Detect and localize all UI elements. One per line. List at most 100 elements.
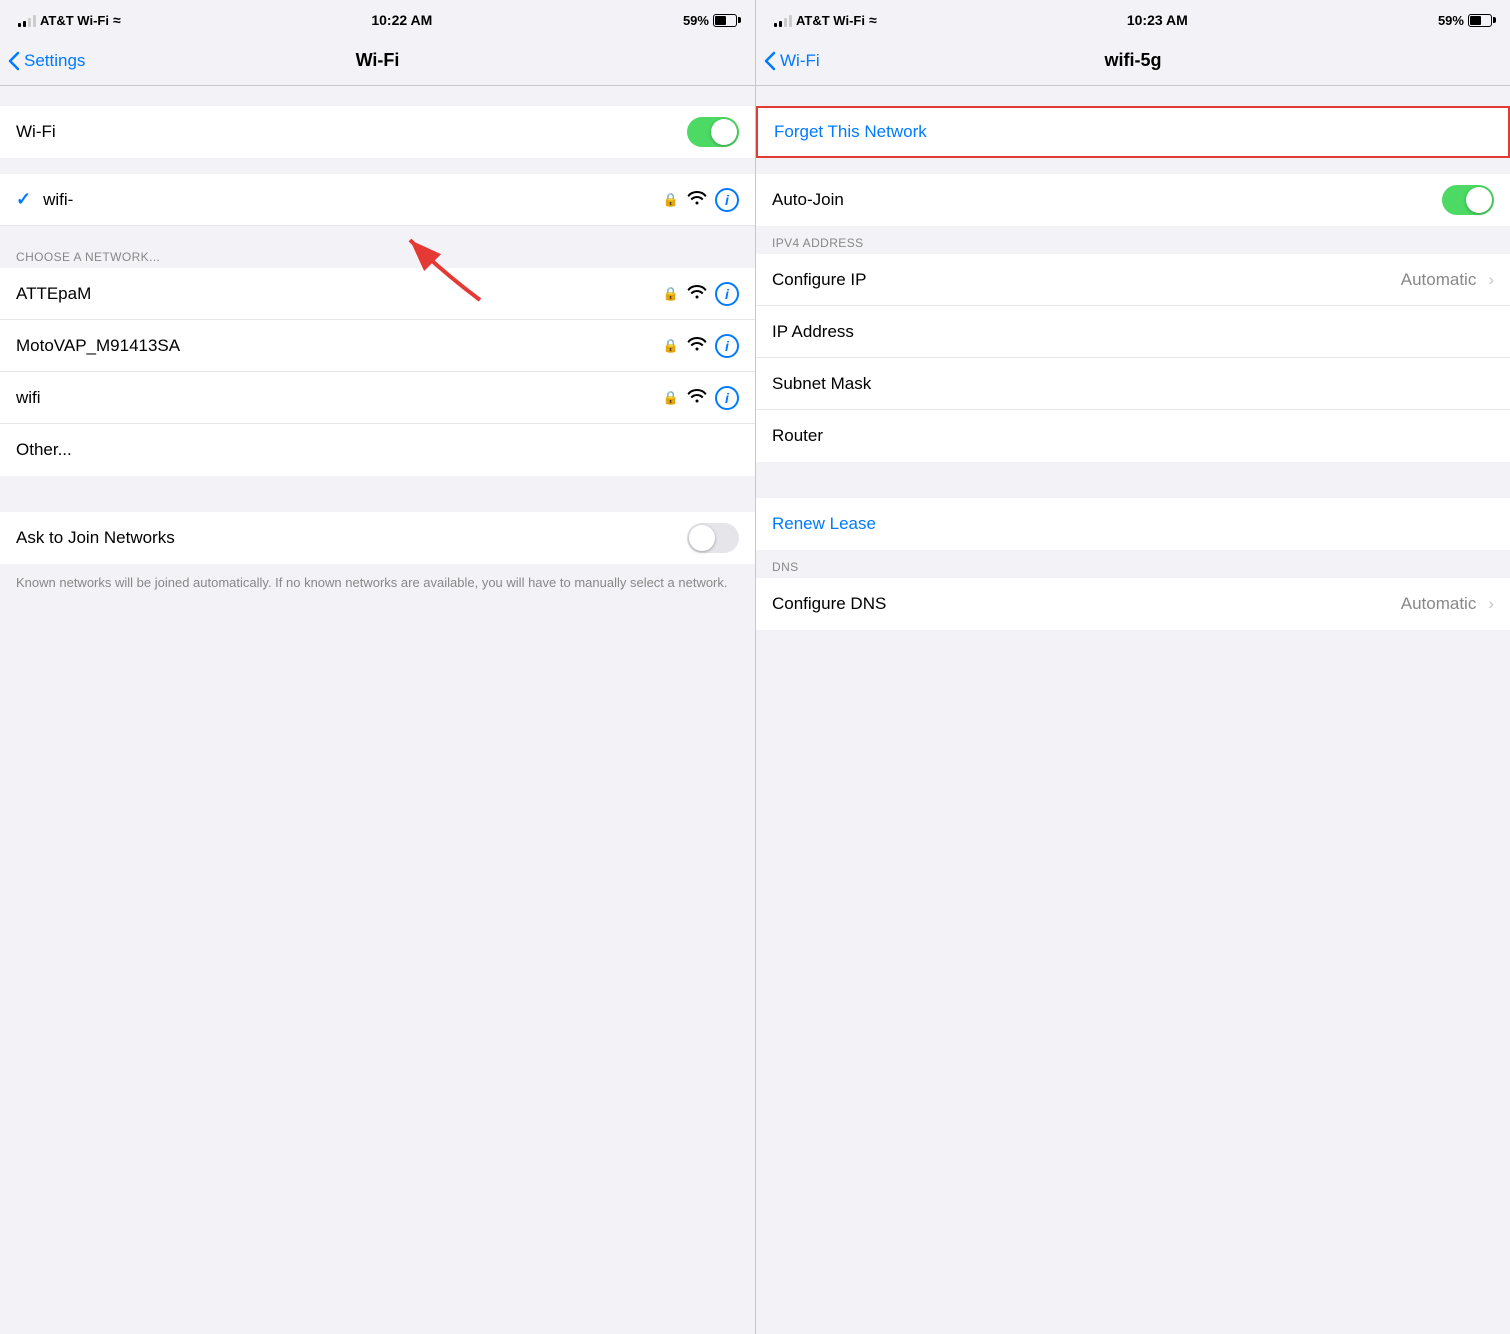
status-bar-right: AT&T Wi-Fi ≈ 10:23 AM 59% [756,0,1510,38]
info-button-connected[interactable]: i [715,188,739,212]
configure-dns-row[interactable]: Configure DNS Automatic › [756,578,1510,630]
ipv4-rows: Configure IP Automatic › IP Address Subn… [756,254,1510,462]
back-button-left[interactable]: Settings [8,51,85,71]
info-button-wifi-net[interactable]: i [715,386,739,410]
status-bar-left: AT&T Wi-Fi ≈ 10:22 AM 59% [0,0,755,38]
wifi-icon-attepa [687,283,707,304]
battery-icon-left [713,14,737,27]
status-left-right: AT&T Wi-Fi ≈ [774,12,877,28]
network-row-wifi[interactable]: wifi 🔒 i [0,372,755,424]
connected-network-row[interactable]: ✓ wifi- 🔒 i [0,174,755,226]
router-label: Router [772,426,823,446]
right-content: Forget This Network Auto-Join IPV4 ADDRE… [756,86,1510,1334]
gap-right-top [756,86,1510,106]
configure-ip-text: Automatic [1401,270,1477,290]
wifi-status-icon: ≈ [113,12,121,28]
wifi-icon-wifi [687,387,707,408]
back-button-right[interactable]: Wi-Fi [764,51,820,71]
wifi-toggle-section: Wi-Fi [0,106,755,158]
network-name-attepa: ATTEpaM [16,284,91,304]
page-title-left: Wi-Fi [356,50,400,71]
footer-note: Known networks will be joined automatica… [0,564,755,612]
ask-join-section: Ask to Join Networks [0,512,755,564]
configure-ip-row[interactable]: Configure IP Automatic › [756,254,1510,306]
ask-join-knob [689,525,715,551]
configure-dns-value: Automatic › [1401,594,1494,614]
configure-ip-chevron: › [1488,270,1494,290]
nav-bar-right: Wi-Fi wifi-5g [756,38,1510,86]
network-name-wifi: wifi [16,388,41,408]
gap-3 [0,476,755,512]
gap-right-3 [756,630,1510,646]
time-left: 10:22 AM [371,12,432,28]
ipv4-header-gap: IPV4 ADDRESS [756,226,1510,254]
info-button-attepa[interactable]: i [715,282,739,306]
gap-1 [0,158,755,174]
battery-pct-left: 59% [683,13,709,28]
gap-2 [0,226,755,242]
renew-lease-row[interactable]: Renew Lease [756,498,1510,550]
back-label-left: Settings [24,51,85,71]
nav-bar-left: Settings Wi-Fi [0,38,755,86]
network-icons-wifi: 🔒 i [663,386,739,410]
ip-address-row[interactable]: IP Address [756,306,1510,358]
signal-icon [18,13,36,27]
wifi-toggle-switch[interactable] [687,117,739,147]
network-row-other[interactable]: Other... [0,424,755,476]
info-icon-connected: i [725,192,729,208]
ip-address-label: IP Address [772,322,854,342]
wifi-icon-connected [687,189,707,210]
auto-join-label: Auto-Join [772,190,844,210]
left-content: Wi-Fi ✓ wifi- 🔒 i [0,86,755,1334]
lock-icon-connected: 🔒 [663,192,679,208]
ask-join-toggle[interactable] [687,523,739,553]
connected-network-section: ✓ wifi- 🔒 i [0,174,755,226]
wifi-icon-motovap [687,335,707,356]
gap-top [0,86,755,106]
lock-icon-motovap: 🔒 [663,338,679,354]
network-row-motovap[interactable]: MotoVAP_M91413SA 🔒 i [0,320,755,372]
network-icons-attepa: 🔒 i [663,282,739,306]
network-name-motovap: MotoVAP_M91413SA [16,336,180,356]
dns-section-label: DNS [772,560,799,574]
carrier-right: AT&T Wi-Fi [796,13,865,28]
renew-lease-section: Renew Lease [756,498,1510,550]
back-label-right: Wi-Fi [780,51,820,71]
choose-network-header: CHOOSE A NETWORK... [0,242,755,268]
lock-icon-attepa: 🔒 [663,286,679,302]
gap-right-1 [756,158,1510,174]
subnet-mask-row[interactable]: Subnet Mask [756,358,1510,410]
back-chevron-right [764,51,776,71]
subnet-mask-label: Subnet Mask [772,374,871,394]
dns-rows: Configure DNS Automatic › [756,578,1510,630]
auto-join-toggle[interactable] [1442,185,1494,215]
left-screen: AT&T Wi-Fi ≈ 10:22 AM 59% Settings Wi-Fi… [0,0,755,1334]
forget-network-row[interactable]: Forget This Network [756,106,1510,158]
ipv4-section-label: IPV4 ADDRESS [772,236,864,250]
wifi-toggle-row: Wi-Fi [0,106,755,158]
status-right-right: 59% [1438,13,1492,28]
configure-dns-text: Automatic [1401,594,1477,614]
wifi-toggle-label: Wi-Fi [16,122,56,142]
dns-header-gap: DNS [756,550,1510,578]
ask-join-label: Ask to Join Networks [16,528,175,548]
status-right: 59% [683,13,737,28]
ask-join-row: Ask to Join Networks [0,512,755,564]
gap-right-2 [756,462,1510,498]
wifi-status-icon-right: ≈ [869,12,877,28]
router-row[interactable]: Router [756,410,1510,462]
signal-icon-right [774,13,792,27]
lock-icon-wifi: 🔒 [663,390,679,406]
battery-pct-right: 59% [1438,13,1464,28]
back-chevron-left [8,51,20,71]
network-list: ATTEpaM 🔒 i MotoVAP_M91413SA 🔒 i [0,268,755,476]
connected-network-name: wifi- [43,190,655,210]
info-button-motovap[interactable]: i [715,334,739,358]
status-left: AT&T Wi-Fi ≈ [18,12,121,28]
configure-ip-value: Automatic › [1401,270,1494,290]
time-right: 10:23 AM [1127,12,1188,28]
auto-join-section: Auto-Join [756,174,1510,226]
right-screen: AT&T Wi-Fi ≈ 10:23 AM 59% Wi-Fi wifi-5g … [755,0,1510,1334]
configure-dns-chevron: › [1488,594,1494,614]
network-row-attepa[interactable]: ATTEpaM 🔒 i [0,268,755,320]
